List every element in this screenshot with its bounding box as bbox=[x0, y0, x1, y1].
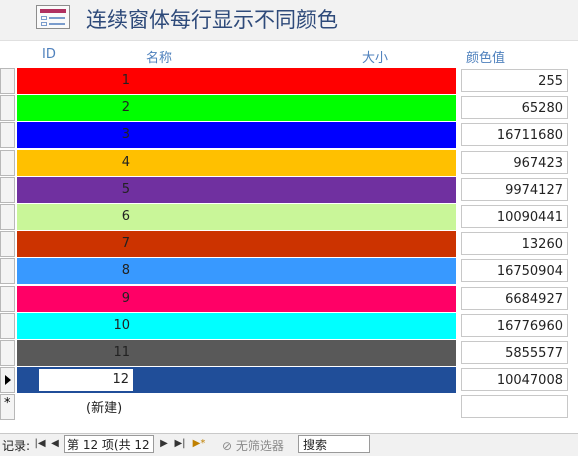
new-record-selector[interactable]: * bbox=[0, 394, 15, 420]
record-id-field[interactable]: 11 bbox=[17, 340, 130, 366]
color-value-field[interactable]: 967423 bbox=[461, 151, 568, 174]
record-selector[interactable] bbox=[0, 340, 15, 366]
record-selector[interactable] bbox=[0, 177, 15, 203]
record-id-field[interactable]: 1 bbox=[17, 68, 130, 94]
record-row[interactable]: 11 bbox=[17, 340, 456, 366]
record-selector[interactable] bbox=[0, 150, 15, 176]
new-record-label[interactable]: (新建) bbox=[86, 397, 122, 416]
new-record-button[interactable]: ▶* bbox=[190, 436, 208, 452]
column-header-id: ID bbox=[42, 47, 56, 62]
record-selector[interactable] bbox=[0, 286, 15, 312]
record-selector[interactable] bbox=[0, 204, 15, 230]
color-value-field[interactable]: 16711680 bbox=[461, 123, 568, 146]
record-row[interactable]: 4 bbox=[17, 150, 456, 176]
column-header-name: 名称 bbox=[146, 51, 173, 66]
search-input[interactable]: 搜索 bbox=[298, 435, 370, 453]
record-selector[interactable] bbox=[0, 258, 15, 284]
record-id-field[interactable]: 12 bbox=[39, 369, 133, 391]
filter-label: 无筛选器 bbox=[235, 439, 284, 453]
next-record-button[interactable]: ▶ bbox=[158, 436, 170, 452]
color-value-field[interactable]: 10090441 bbox=[461, 205, 568, 228]
new-record-marker: * bbox=[4, 396, 11, 411]
no-filter-indicator[interactable]: ⊘ 无筛选器 bbox=[222, 437, 284, 454]
color-value-field[interactable]: 9974127 bbox=[461, 178, 568, 201]
previous-record-button[interactable]: ◀ bbox=[49, 436, 61, 452]
record-id-field[interactable]: 2 bbox=[17, 95, 130, 121]
color-value-field[interactable]: 255 bbox=[461, 69, 568, 92]
first-record-button[interactable]: |◀ bbox=[34, 436, 46, 452]
record-id-field[interactable]: 8 bbox=[17, 258, 130, 284]
record-navigation-bar: 记录: |◀ ◀ 第 12 项(共 12 项 ▶ ▶| ▶* ⊘ 无筛选器 搜索 bbox=[0, 433, 578, 456]
color-value-field[interactable]: 5855577 bbox=[461, 341, 568, 364]
record-row[interactable]: 1 bbox=[17, 68, 456, 94]
form-header: 连续窗体每行显示不同颜色 bbox=[0, 0, 578, 41]
record-row[interactable]: 2 bbox=[17, 95, 456, 121]
record-id-field[interactable]: 10 bbox=[17, 313, 130, 339]
record-selector[interactable] bbox=[0, 367, 15, 393]
color-value-field[interactable]: 13260 bbox=[461, 232, 568, 255]
record-selector[interactable] bbox=[0, 95, 15, 121]
record-row[interactable]: 9 bbox=[17, 286, 456, 312]
column-header-color-value: 颜色值 bbox=[466, 51, 506, 66]
form-title: 连续窗体每行显示不同颜色 bbox=[86, 8, 338, 32]
current-record-input[interactable]: 第 12 项(共 12 项 bbox=[64, 435, 154, 453]
record-selector[interactable] bbox=[0, 122, 15, 148]
new-color-value-field[interactable] bbox=[461, 395, 568, 418]
color-value-field[interactable]: 16776960 bbox=[461, 314, 568, 337]
record-id-field[interactable]: 7 bbox=[17, 231, 130, 257]
color-value-field[interactable]: 10047008 bbox=[461, 368, 568, 391]
record-id-field[interactable]: 6 bbox=[17, 204, 130, 230]
record-selector[interactable] bbox=[0, 231, 15, 257]
form-icon bbox=[36, 5, 70, 29]
color-value-field[interactable]: 65280 bbox=[461, 96, 568, 119]
color-value-field[interactable]: 6684927 bbox=[461, 287, 568, 310]
record-selector[interactable] bbox=[0, 68, 15, 94]
record-row[interactable]: 12 bbox=[17, 367, 456, 393]
record-row[interactable]: 3 bbox=[17, 122, 456, 148]
record-id-field[interactable]: 3 bbox=[17, 122, 130, 148]
last-record-button[interactable]: ▶| bbox=[174, 436, 186, 452]
filter-icon: ⊘ bbox=[222, 439, 233, 453]
record-row[interactable]: 6 bbox=[17, 204, 456, 230]
column-header-size: 大小 bbox=[362, 51, 389, 66]
record-row[interactable]: 8 bbox=[17, 258, 456, 284]
record-id-field[interactable]: 9 bbox=[17, 286, 130, 312]
record-label: 记录: bbox=[2, 439, 31, 453]
record-row[interactable]: 5 bbox=[17, 177, 456, 203]
color-value-field[interactable]: 16750904 bbox=[461, 259, 568, 282]
record-selector[interactable] bbox=[0, 313, 15, 339]
record-row[interactable]: 7 bbox=[17, 231, 456, 257]
record-row[interactable]: 10 bbox=[17, 313, 456, 339]
record-id-field[interactable]: 4 bbox=[17, 150, 130, 176]
record-id-field[interactable]: 5 bbox=[17, 177, 130, 203]
